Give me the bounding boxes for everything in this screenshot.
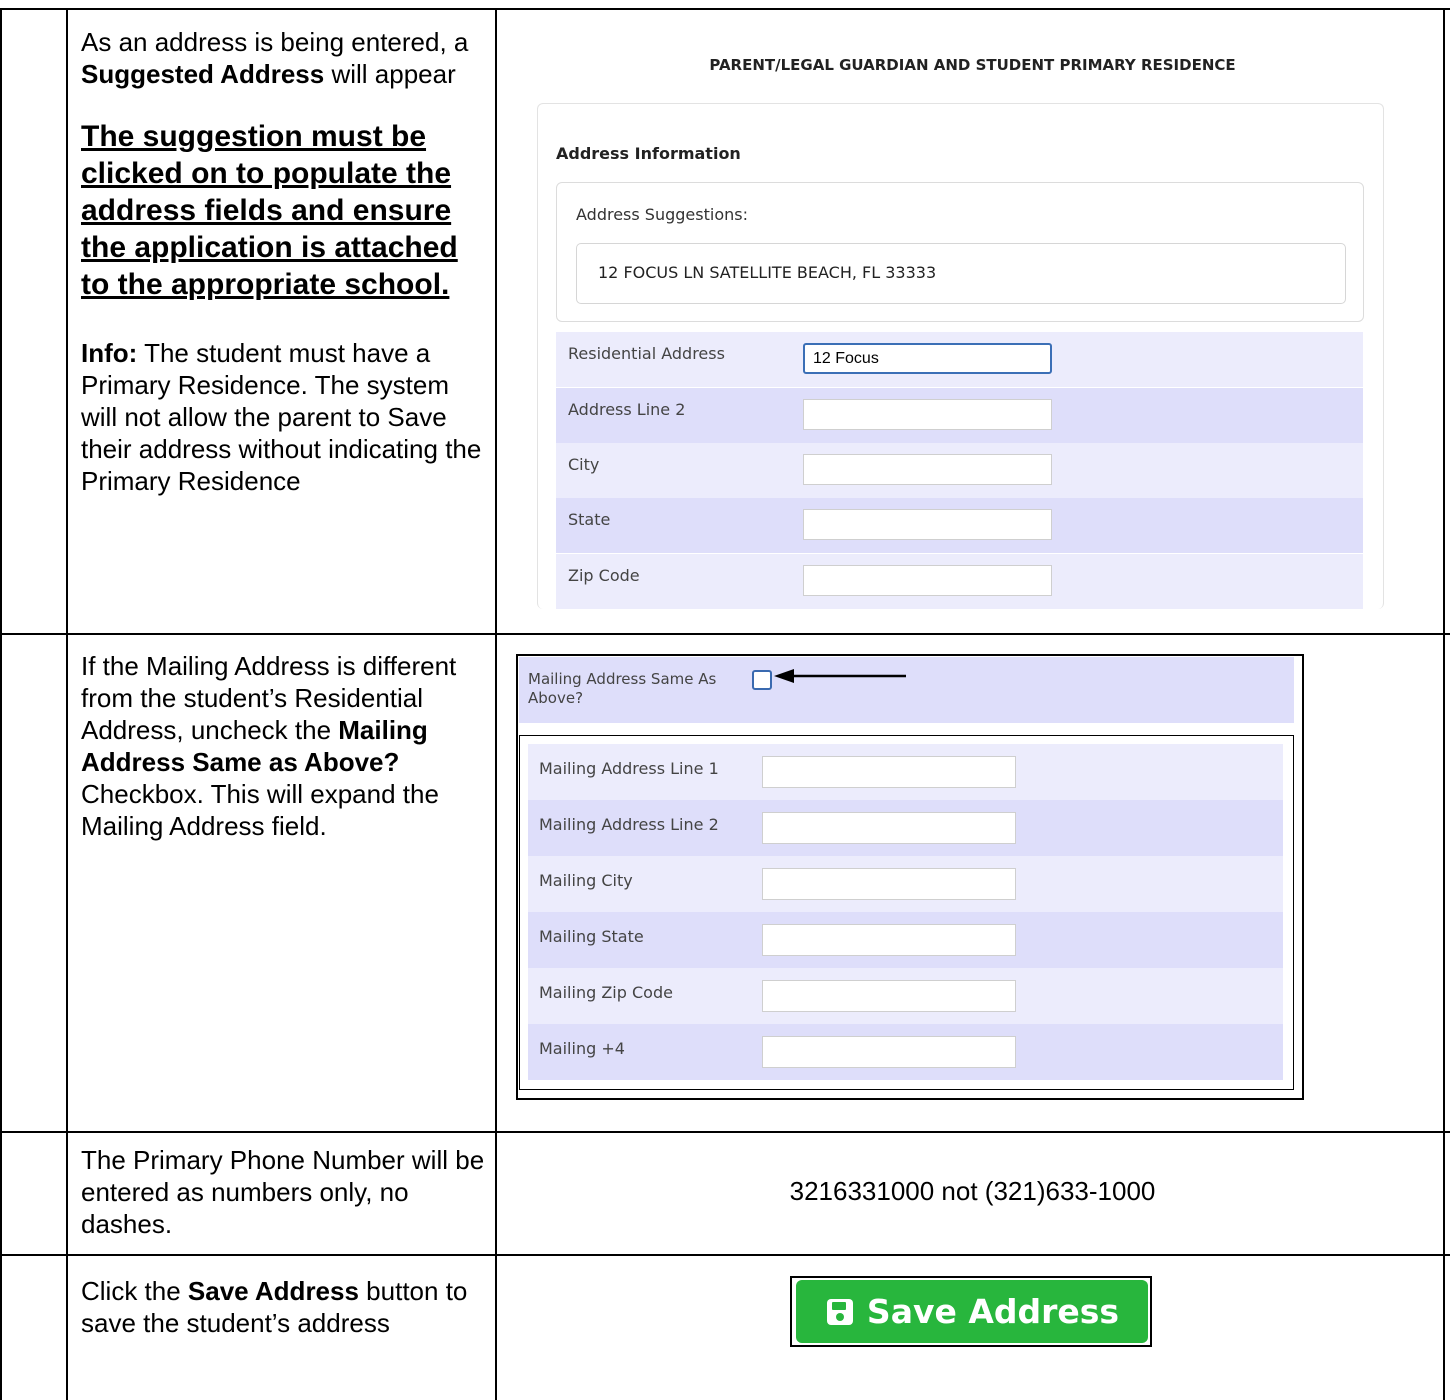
mailing-instruction-end: Checkbox. This will expand the Mailing A… (81, 779, 439, 841)
residential-address-row: Residential Address (556, 332, 1363, 387)
mailing-line1-input[interactable] (762, 756, 1016, 788)
address-suggestion-item[interactable]: 12 FOCUS LN SATELLITE BEACH, FL 33333 (576, 243, 1346, 304)
phone-instruction: The Primary Phone Number will be entered… (81, 1145, 485, 1239)
residential-address-input[interactable] (803, 343, 1052, 374)
row3-instructions: The Primary Phone Number will be entered… (81, 1144, 486, 1240)
intro-text-end: will appear (324, 59, 456, 89)
row-divider (0, 1254, 1450, 1256)
table-border-left (0, 8, 2, 1400)
city-input[interactable] (803, 454, 1052, 485)
table-border-top (0, 8, 1450, 10)
floppy-disk-icon (826, 1298, 853, 1325)
suggestion-emphasis: The suggestion must be clicked on to pop… (81, 120, 458, 301)
address-line2-label: Address Line 2 (568, 400, 686, 419)
zip-code-label: Zip Code (568, 566, 640, 585)
row2-instructions: If the Mailing Address is different from… (81, 650, 486, 842)
mailing-plus4-row: Mailing +4 (528, 1024, 1283, 1080)
mailing-line1-row: Mailing Address Line 1 (528, 744, 1283, 800)
state-input[interactable] (803, 509, 1052, 540)
phone-example: 3216331000 not (321)633-1000 (789, 1176, 1156, 1206)
state-row: State (556, 498, 1363, 553)
save-instruction: Click the Save Address button to save th… (81, 1275, 486, 1339)
arrow-left-icon (774, 669, 906, 683)
mailing-city-label: Mailing City (539, 871, 633, 890)
mailing-state-row: Mailing State (528, 912, 1283, 968)
info-note: Info: The student must have a Primary Re… (81, 337, 486, 497)
intro-bold: Suggested Address (81, 59, 325, 89)
address-suggestions-label: Address Suggestions: (576, 205, 748, 224)
address-card-title: Address Information (556, 144, 741, 163)
mailing-plus4-label: Mailing +4 (539, 1039, 625, 1058)
city-row: City (556, 443, 1363, 498)
row4-instructions: Click the Save Address button to save th… (81, 1275, 486, 1339)
mailing-line1-label: Mailing Address Line 1 (539, 759, 719, 778)
row-divider (0, 1131, 1450, 1133)
mailing-same-as-above-checkbox[interactable] (752, 670, 772, 690)
mailing-city-row: Mailing City (528, 856, 1283, 912)
mailing-line2-input[interactable] (762, 812, 1016, 844)
save-address-label: Save Address (866, 1292, 1120, 1331)
mailing-zip-input[interactable] (762, 980, 1016, 1012)
mailing-instruction: If the Mailing Address is different from… (81, 650, 486, 842)
info-text: The student must have a Primary Residenc… (81, 338, 482, 496)
mailing-same-as-above-label: Mailing Address Same As Above? (528, 670, 717, 707)
suggested-address-intro: As an address is being entered, a Sugges… (81, 26, 486, 90)
zip-code-row: Zip Code (556, 554, 1363, 609)
mailing-plus4-input[interactable] (762, 1036, 1016, 1068)
column-divider (66, 8, 68, 1400)
row-divider (0, 633, 1450, 635)
save-instruction-text: Click the (81, 1276, 188, 1306)
mailing-city-input[interactable] (762, 868, 1016, 900)
column-divider (495, 8, 497, 1400)
address-suggestion-text: 12 FOCUS LN SATELLITE BEACH, FL 33333 (598, 263, 937, 282)
info-label: Info: (81, 338, 138, 368)
address-line2-row: Address Line 2 (556, 388, 1363, 443)
zip-code-input[interactable] (803, 565, 1052, 596)
address-line2-input[interactable] (803, 399, 1052, 430)
mailing-state-input[interactable] (762, 924, 1016, 956)
mailing-zip-label: Mailing Zip Code (539, 983, 673, 1002)
row1-instructions: As an address is being entered, a Sugges… (81, 26, 486, 497)
state-label: State (568, 510, 611, 529)
mailing-line2-label: Mailing Address Line 2 (539, 815, 719, 834)
residential-address-label: Residential Address (568, 344, 725, 363)
intro-text: As an address is being entered, a (81, 27, 469, 57)
city-label: City (568, 455, 600, 474)
mailing-zip-row: Mailing Zip Code (528, 968, 1283, 1024)
residence-section-heading: PARENT/LEGAL GUARDIAN AND STUDENT PRIMAR… (709, 56, 1236, 74)
mailing-state-label: Mailing State (539, 927, 644, 946)
save-instruction-bold: Save Address (187, 1276, 359, 1306)
save-address-button[interactable]: Save Address (796, 1280, 1148, 1343)
mailing-line2-row: Mailing Address Line 2 (528, 800, 1283, 856)
